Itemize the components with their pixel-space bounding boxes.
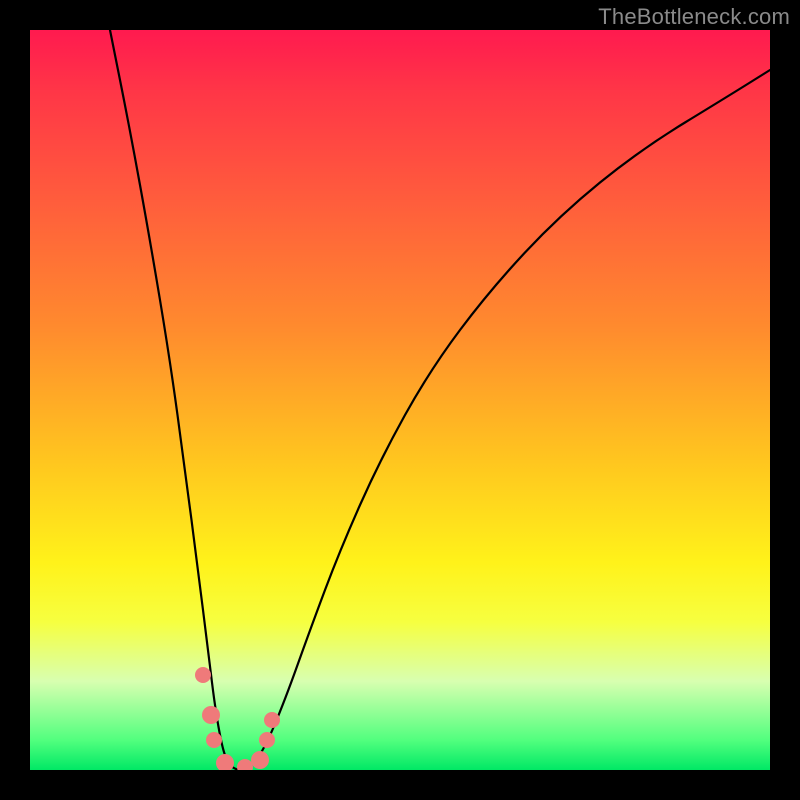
watermark-text: TheBottleneck.com bbox=[598, 4, 790, 30]
curve-marker bbox=[251, 751, 269, 769]
curve-marker bbox=[216, 754, 234, 770]
curve-marker bbox=[264, 712, 280, 728]
curve-svg bbox=[30, 30, 770, 770]
plot-area bbox=[30, 30, 770, 770]
curve-marker bbox=[195, 667, 211, 683]
curve-marker bbox=[237, 759, 253, 770]
curve-markers bbox=[195, 667, 280, 770]
bottleneck-curve bbox=[110, 30, 770, 770]
curve-marker bbox=[259, 732, 275, 748]
curve-marker bbox=[202, 706, 220, 724]
curve-marker bbox=[206, 732, 222, 748]
chart-frame: TheBottleneck.com bbox=[0, 0, 800, 800]
